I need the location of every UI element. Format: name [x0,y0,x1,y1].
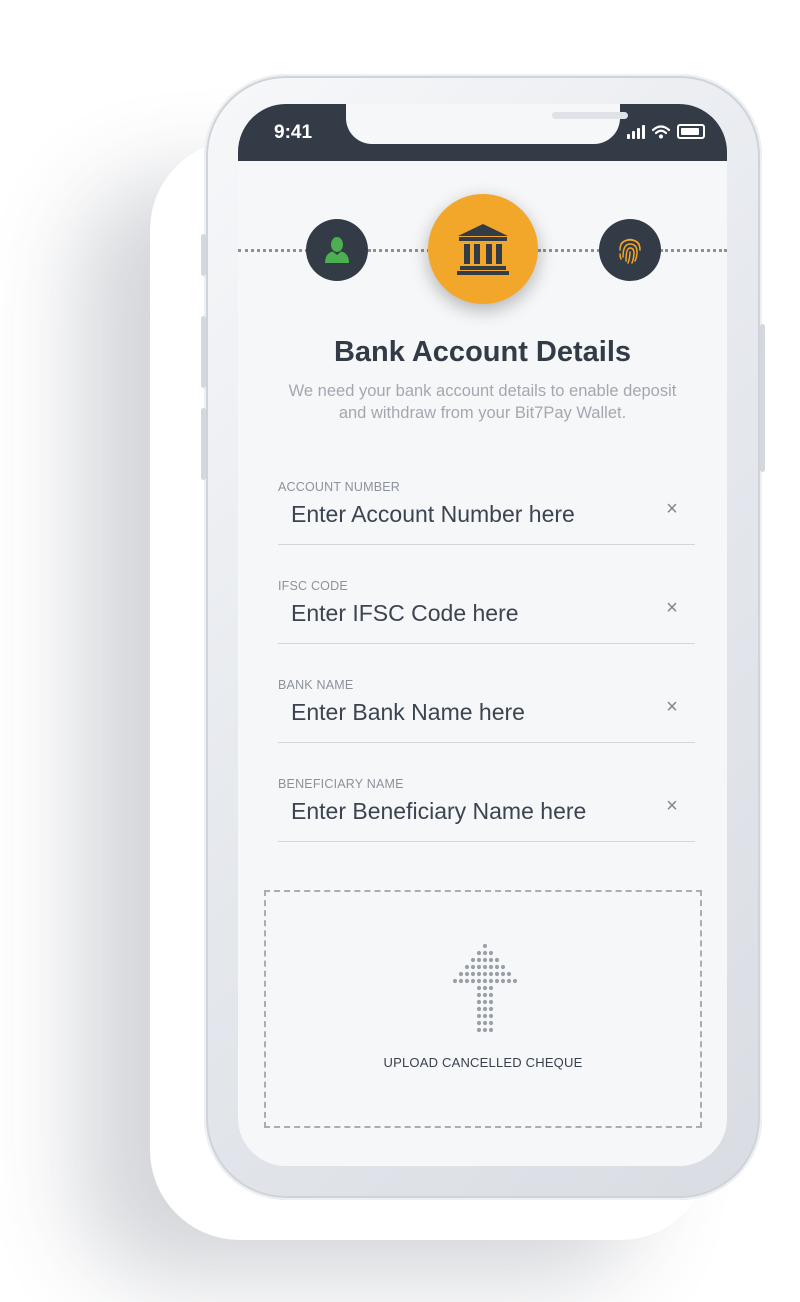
ifsc-code-label: IFSC CODE [278,579,348,593]
account-number-label: ACCOUNT NUMBER [278,480,401,494]
upload-cheque-dropzone[interactable]: UPLOAD CANCELLED CHEQUE [264,890,702,1128]
notch [346,104,628,144]
bank-name-field: BANK NAME × [278,678,695,743]
step-bank-details[interactable] [428,194,538,304]
clear-icon[interactable]: × [663,499,681,519]
account-number-field: ACCOUNT NUMBER × [278,480,695,545]
beneficiary-name-label: BENEFICIARY NAME [278,777,404,791]
stepper-line [368,249,430,252]
side-button-volume-down [201,408,206,480]
page-title: Bank Account Details [333,336,632,368]
status-time: 9:41 [274,122,313,143]
fingerprint-icon [619,238,641,264]
ifsc-code-input[interactable] [291,596,651,630]
upload-label: UPLOAD CANCELLED CHEQUE [383,1055,583,1070]
clear-icon[interactable]: × [663,598,681,618]
stepper-line [538,249,600,252]
side-button-volume-up [201,316,206,388]
step-verification[interactable] [599,219,661,281]
ifsc-code-field: IFSC CODE × [278,579,695,644]
bank-name-input[interactable] [291,695,651,729]
signal-icon [627,125,645,139]
wifi-icon [652,125,670,139]
clear-icon[interactable]: × [663,796,681,816]
beneficiary-name-field: BENEFICIARY NAME × [278,777,695,842]
speaker-grille [552,112,628,119]
stepper-line [238,249,308,252]
phone-screen: 9:41 Bank Account Details We need your b… [238,104,727,1166]
progress-stepper [238,194,727,314]
side-button-power [760,324,765,472]
side-button-mute [201,234,206,276]
upload-arrow-icon [452,943,518,1033]
user-icon [325,237,349,263]
beneficiary-name-input[interactable] [291,794,651,828]
status-icons [627,124,705,139]
stepper-line [660,249,727,252]
step-personal-details[interactable] [306,219,368,281]
battery-icon [677,124,705,139]
bank-icon [457,224,509,275]
page-subtitle: We need your bank account details to ena… [288,382,677,422]
bank-name-label: BANK NAME [278,678,354,692]
account-number-input[interactable] [291,497,651,531]
clear-icon[interactable]: × [663,697,681,717]
